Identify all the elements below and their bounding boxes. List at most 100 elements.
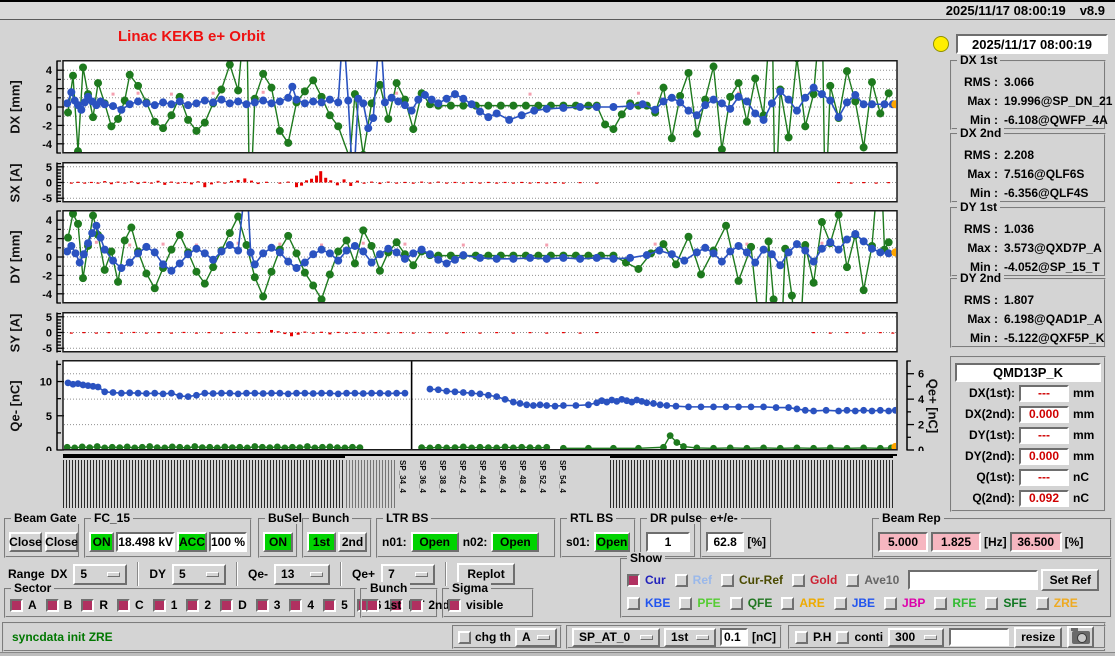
show-cur-ref-checkbox-box[interactable] — [721, 573, 735, 587]
sector-d-checkbox[interactable]: D — [220, 598, 247, 612]
show-ave10-checkbox-box[interactable] — [846, 573, 860, 587]
ltr-n02-open-button[interactable]: Open — [491, 532, 540, 552]
sector-1-checkbox-label: 1 — [170, 598, 178, 612]
bunch-2nd-button[interactable]: 2nd — [338, 532, 367, 552]
show-gold-checkbox-box[interactable] — [792, 573, 806, 587]
fc15-on-button[interactable]: ON — [89, 532, 115, 552]
show-pfe-checkbox[interactable]: PFE — [679, 596, 721, 610]
snapshot-button[interactable] — [1067, 626, 1095, 648]
show-jbe-checkbox-box[interactable] — [833, 596, 847, 610]
sector-1-checkbox[interactable]: 1 — [152, 598, 178, 612]
bpm-x-label: SP_44_4 — [478, 460, 487, 493]
bunch-1st-checkbox-box[interactable] — [366, 598, 379, 612]
conti-checkbox[interactable] — [836, 630, 850, 644]
show-jbe-checkbox[interactable]: JBE — [833, 596, 875, 610]
sigma-visible-checkbox[interactable]: visible — [448, 598, 503, 612]
dy1-max: 3.573@QXD7P_A — [1004, 240, 1102, 255]
bunch-1st-checkbox[interactable]: 1st — [366, 598, 401, 612]
show-rfe-checkbox[interactable]: RFE — [934, 596, 976, 610]
sector-b-checkbox[interactable]: B — [45, 598, 72, 612]
show-sfe-checkbox[interactable]: SFE — [985, 596, 1027, 610]
sector-r-checkbox[interactable]: R — [81, 598, 108, 612]
chg-th-dropdown[interactable]: A — [515, 627, 557, 647]
set-ref-input[interactable] — [908, 570, 1039, 590]
beam-gate-close-1-button[interactable]: Close — [9, 532, 42, 552]
sector-1-checkbox-box[interactable] — [152, 598, 166, 612]
svg-text:-4: -4 — [42, 139, 53, 151]
show-zre-checkbox[interactable]: ZRE — [1035, 596, 1078, 610]
sector-3-checkbox-box[interactable] — [255, 598, 269, 612]
option-menu-glyph — [310, 571, 324, 577]
sp-at-dropdown[interactable]: SP_AT_0 — [572, 627, 660, 647]
resize-button[interactable]: resize — [1014, 626, 1063, 648]
show-pfe-checkbox-box[interactable] — [679, 596, 693, 610]
set-ref-button[interactable]: Set Ref — [1041, 569, 1100, 591]
sector-5-checkbox[interactable]: 5 — [323, 598, 348, 612]
show-jbp-checkbox[interactable]: JBP — [884, 596, 925, 610]
show-ref-checkbox-box[interactable] — [674, 573, 688, 587]
svg-text:4: 4 — [918, 394, 925, 406]
show-cur-checkbox[interactable]: Cur — [627, 573, 666, 587]
sector-4-checkbox[interactable]: 4 — [289, 598, 314, 612]
show-jbp-checkbox-box[interactable] — [884, 596, 898, 610]
dy-axis-label: DY [mm] — [7, 230, 23, 284]
show-qfe-checkbox-box[interactable] — [729, 596, 743, 610]
sector-4-checkbox-box[interactable] — [289, 598, 303, 612]
show-kbe-checkbox-box[interactable] — [627, 596, 640, 610]
fc15-acc-button[interactable]: ACC — [177, 532, 207, 552]
bpm-row-label: DY(1st): — [968, 428, 1015, 442]
bunch-1st-button[interactable]: 1st — [307, 532, 336, 552]
chg-th-checkbox[interactable] — [458, 630, 471, 644]
range-dy-dropdown[interactable]: 5 — [172, 563, 227, 585]
ph-checkbox[interactable] — [795, 630, 808, 644]
sigma-visible-checkbox-box[interactable] — [448, 598, 461, 612]
sector-2-checkbox-box[interactable] — [186, 598, 200, 612]
sector-c-checkbox[interactable]: C — [117, 598, 144, 612]
bpm-row: Q(1st): --- nC — [955, 467, 1101, 487]
bpm-name-field[interactable]: QMD13P_K — [955, 363, 1101, 382]
sector-b-checkbox-box[interactable] — [45, 598, 59, 612]
svg-text:0: 0 — [46, 178, 52, 190]
show-zre-checkbox-box[interactable] — [1035, 596, 1049, 610]
sector-r-checkbox-box[interactable] — [81, 598, 95, 612]
status-bar: syncdata init ZRE chg th A SP_AT_0 1st 0… — [2, 622, 1106, 652]
sector-3-checkbox[interactable]: 3 — [255, 598, 280, 612]
range-qem-label: Qe- — [248, 567, 269, 581]
sector-a-checkbox[interactable]: A — [10, 598, 37, 612]
fc15-pct-field: 100 % — [209, 532, 247, 552]
busel-on-button[interactable]: ON — [263, 532, 293, 552]
threshold-field[interactable]: 0.1 — [720, 628, 748, 646]
show-ave10-checkbox[interactable]: Ave10 — [846, 573, 899, 587]
show-qfe-checkbox[interactable]: QFE — [729, 596, 772, 610]
show-are-checkbox-box[interactable] — [781, 596, 795, 610]
rtl-s01-open-button[interactable]: Open — [594, 532, 630, 552]
beam-gate-close-2-button[interactable]: Close — [45, 532, 78, 552]
count-input[interactable] — [949, 628, 1010, 646]
show-ref-checkbox[interactable]: Ref — [674, 573, 712, 587]
threshold-box: SP_AT_0 1st 0.1 [nC] — [566, 625, 782, 649]
show-gold-checkbox[interactable]: Gold — [792, 573, 837, 587]
bunch-2nd-checkbox-box[interactable] — [410, 598, 424, 612]
sector-d-checkbox-box[interactable] — [220, 598, 234, 612]
sector-c-checkbox-box[interactable] — [117, 598, 131, 612]
show-kbe-checkbox[interactable]: KBE — [627, 596, 670, 610]
range-dx-dropdown[interactable]: 5 — [73, 563, 128, 585]
show-are-checkbox[interactable]: ARE — [781, 596, 825, 610]
range-qem-dropdown[interactable]: 13 — [274, 563, 331, 585]
show-sfe-checkbox-box[interactable] — [985, 596, 999, 610]
separator — [340, 562, 343, 586]
sector-2-checkbox[interactable]: 2 — [186, 598, 211, 612]
show-cur-checkbox-box[interactable] — [627, 573, 640, 587]
sx-axis-label: SX [A] — [7, 163, 23, 202]
dy2-stats-title: DY 2nd — [957, 272, 1005, 284]
sector-5-checkbox-box[interactable] — [323, 598, 337, 612]
show-cur-ref-checkbox[interactable]: Cur-Ref — [721, 573, 783, 587]
bpm-labels-dense-left — [63, 460, 345, 508]
dr-pulse-field[interactable]: 1 — [646, 532, 690, 552]
count-dropdown[interactable]: 300 — [888, 627, 945, 647]
show-rfe-checkbox-box[interactable] — [934, 596, 948, 610]
bunch-order-dropdown[interactable]: 1st — [664, 627, 716, 647]
sector-a-checkbox-box[interactable] — [10, 598, 23, 612]
bpm-row-label: Q(2nd): — [972, 491, 1015, 505]
ltr-n01-open-button[interactable]: Open — [410, 532, 459, 552]
